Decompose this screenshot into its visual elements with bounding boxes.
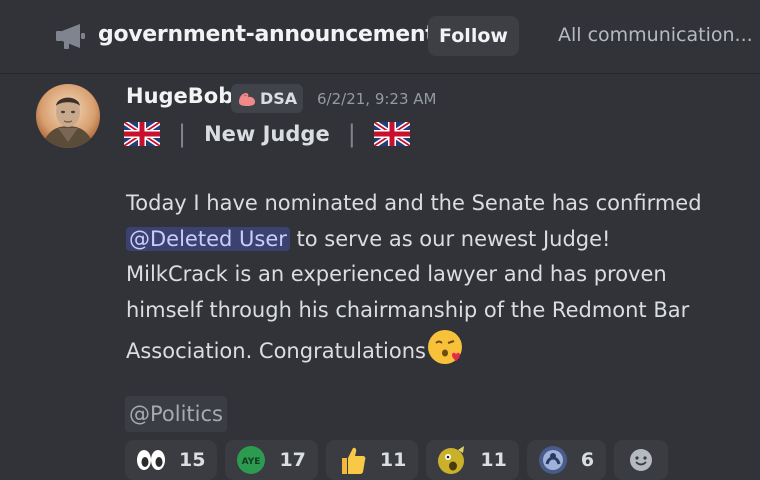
aye-icon: AYE xyxy=(235,444,267,476)
headline-separator: | xyxy=(178,120,187,148)
avatar[interactable] xyxy=(36,84,100,148)
uk-flag-icon xyxy=(373,122,410,146)
headline-separator: | xyxy=(347,120,356,148)
add-reaction-button[interactable] xyxy=(614,440,669,480)
eyes-icon xyxy=(135,444,167,476)
reaction-thumbs-up[interactable]: 11 xyxy=(325,440,419,480)
headline-title: New Judge xyxy=(204,122,330,146)
role-mention[interactable]: @Politics xyxy=(125,396,227,432)
add-reaction-icon xyxy=(630,449,653,471)
message-headline: | New Judge | xyxy=(124,118,410,150)
reaction-aye[interactable]: AYE 17 xyxy=(225,440,318,480)
reaction-count: 17 xyxy=(279,449,306,471)
reaction-badge[interactable]: 6 xyxy=(526,440,607,480)
channel-header: government-announcements Follow All comm… xyxy=(0,0,760,74)
reaction-count: 6 xyxy=(580,449,595,471)
reaction-count: 11 xyxy=(379,449,407,471)
uk-flag-icon xyxy=(124,122,160,146)
svg-text:AYE: AYE xyxy=(242,457,261,467)
message-timestamp[interactable]: 6/2/21, 9:23 AM xyxy=(317,90,436,108)
badge-icon xyxy=(537,444,569,476)
server-tag[interactable]: DSA xyxy=(231,84,303,113)
reaction-count: 15 xyxy=(179,449,206,471)
megaphone-icon xyxy=(56,24,85,49)
reaction-eyes[interactable]: 15 xyxy=(125,440,218,480)
reaction-bar: 15 AYE 17 11 11 6 xyxy=(125,440,669,480)
channel-topic[interactable]: All communication... xyxy=(558,24,753,46)
follow-button[interactable]: Follow xyxy=(428,16,519,56)
reaction-count: 11 xyxy=(480,449,507,471)
channel-name: government-announcements xyxy=(98,22,449,47)
server-tag-label: DSA xyxy=(260,89,298,108)
message-body: Today I have nominated and the Senate ha… xyxy=(126,186,706,370)
thumbs-up-icon xyxy=(336,444,368,476)
user-mention[interactable]: @Deleted User xyxy=(126,226,290,251)
reaction-shocked[interactable]: 11 xyxy=(426,440,519,480)
shocked-face-icon xyxy=(436,444,468,476)
kissing-face-icon xyxy=(428,330,462,364)
message-text: Today I have nominated and the Senate ha… xyxy=(126,191,702,215)
message-username[interactable]: HugeBob xyxy=(126,84,233,108)
muscle-icon xyxy=(239,92,255,106)
